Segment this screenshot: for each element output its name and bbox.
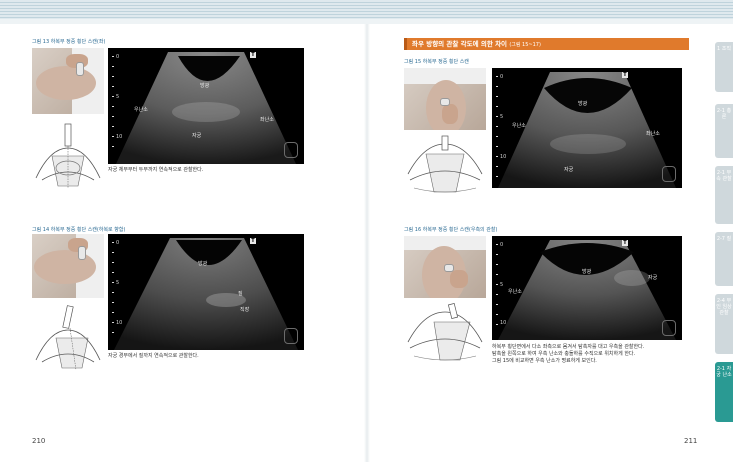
transducer-badge: T bbox=[250, 238, 256, 244]
depth-mark: 0 bbox=[116, 240, 120, 246]
book-spine bbox=[364, 24, 370, 462]
side-tab-label: 1 조직 bbox=[717, 46, 731, 52]
depth-mark: 10 bbox=[500, 320, 507, 326]
depth-mark: 0 bbox=[116, 54, 120, 60]
transducer-badge: T bbox=[250, 52, 256, 58]
anatomy-sketch bbox=[32, 118, 104, 190]
label-bladder: 방광 bbox=[582, 269, 592, 275]
scan-photo bbox=[32, 234, 104, 298]
ultrasound-image: 0 5 10 T 방광 질 직장 bbox=[108, 234, 304, 350]
figure-caption: 그림 16 하복부 정중 횡단 스캔(우측의 관찰) bbox=[404, 227, 498, 233]
depth-mark: 10 bbox=[116, 320, 123, 326]
depth-mark: 10 bbox=[116, 134, 123, 140]
abdomen bbox=[36, 66, 96, 100]
probe bbox=[444, 264, 454, 272]
section-title-text: 좌우 방향의 관찰 각도에 의한 차이 bbox=[412, 40, 508, 48]
depth-mark: 0 bbox=[500, 74, 504, 80]
side-tab[interactable]: 2-1 부속 관찰 bbox=[715, 166, 733, 224]
label-vagina: 질 bbox=[238, 291, 243, 297]
page-number: 210 bbox=[32, 437, 46, 445]
hand bbox=[450, 270, 468, 288]
figure-description: 하복부 횡단면에서 다소 좌측으로 몸겨서 탐촉자를 대고 우측을 관찰한다. … bbox=[492, 344, 688, 365]
body-mark-icon bbox=[662, 320, 676, 336]
scan-photo bbox=[404, 236, 486, 298]
label-ovary: 좌난소 bbox=[260, 117, 274, 123]
side-tab-label: 2-4 부인 임상 관찰 bbox=[716, 298, 732, 316]
transducer-badge: T bbox=[622, 72, 628, 78]
depth-scale bbox=[112, 56, 114, 156]
label-ovary: 좌난소 bbox=[646, 131, 660, 137]
depth-scale bbox=[496, 76, 498, 180]
depth-mark: 0 bbox=[500, 242, 504, 248]
ultrasound-image: 0 5 10 T 방광 우난소 좌난소 자궁 bbox=[492, 68, 682, 188]
depth-mark: 5 bbox=[116, 94, 120, 100]
body-mark-icon bbox=[662, 166, 676, 182]
depth-mark: 10 bbox=[500, 154, 507, 160]
figure-caption: 그림 14 하복부 정중 횡단 스캔(하복로 향함) bbox=[32, 227, 126, 233]
side-tab[interactable]: 1 조직 bbox=[715, 42, 733, 92]
hand bbox=[442, 104, 458, 124]
label-ovary: 우난소 bbox=[134, 107, 148, 113]
probe bbox=[78, 246, 86, 260]
ultrasound-image: 0 5 10 T 방광 우난소 자궁 좌난소 bbox=[108, 48, 304, 164]
page-number: 211 bbox=[684, 437, 698, 445]
depth-scale bbox=[496, 244, 498, 334]
ultrasound-image: 0 5 10 T 방광 자궁 우난소 bbox=[492, 236, 682, 340]
figure-caption: 그림 13 하복부 정중 횡단 스캔(좌) bbox=[32, 39, 106, 45]
probe bbox=[76, 62, 84, 76]
side-tab-active[interactable]: 2-1 자궁 난소 bbox=[715, 362, 733, 422]
label-bladder: 방광 bbox=[198, 261, 208, 267]
abdomen bbox=[34, 250, 96, 284]
figure-caption: 그림 15 하복부 정중 횡단 스캔 bbox=[404, 59, 469, 65]
depth-mark: 5 bbox=[500, 282, 504, 288]
page-header-band bbox=[0, 0, 733, 24]
side-tab-label: 2-1 총론 bbox=[716, 108, 732, 120]
figure-description: 자궁 경부에서 질까지 연속적으로 관찰한다. bbox=[108, 353, 199, 359]
label-uterus: 자궁 bbox=[564, 167, 574, 173]
body-mark-icon bbox=[284, 142, 298, 158]
side-tab[interactable]: 2-1 총론 bbox=[715, 104, 733, 158]
transducer-badge: T bbox=[622, 240, 628, 246]
description-line: 하복부 횡단면에서 다소 좌측으로 몸겨서 탐촉자를 대고 우측을 관찰한다. bbox=[492, 344, 645, 350]
label-bladder: 방광 bbox=[200, 83, 210, 89]
scan-photo bbox=[32, 48, 104, 114]
side-tab-label: 2-7 질 bbox=[716, 236, 732, 242]
body-mark-icon bbox=[284, 328, 298, 344]
section-title: 좌우 방향의 관찰 각도에 의한 차이 (그림 15~17) bbox=[404, 38, 689, 50]
label-uterus: 자궁 bbox=[648, 275, 658, 281]
label-rectum: 직장 bbox=[240, 307, 250, 313]
anatomy-sketch bbox=[404, 134, 486, 196]
label-bladder: 방광 bbox=[578, 101, 588, 107]
side-tab[interactable]: 2-7 질 bbox=[715, 232, 733, 286]
description-line: 그림 15에 비교하면 우측 난소가 명료하게 보인다. bbox=[492, 358, 597, 364]
depth-scale bbox=[112, 242, 114, 342]
side-tab[interactable]: 2-4 부인 임상 관찰 bbox=[715, 294, 733, 354]
label-uterus: 자궁 bbox=[192, 133, 202, 139]
label-ovary: 우난소 bbox=[512, 123, 526, 129]
anatomy-sketch bbox=[32, 302, 104, 372]
side-tab-label: 2-1 부속 관찰 bbox=[716, 170, 732, 182]
label-ovary: 우난소 bbox=[508, 289, 522, 295]
section-title-ref: (그림 15~17) bbox=[509, 42, 541, 48]
side-tab-label: 2-1 자궁 난소 bbox=[716, 366, 732, 378]
probe bbox=[440, 98, 450, 106]
depth-mark: 5 bbox=[116, 280, 120, 286]
scan-photo bbox=[404, 68, 486, 130]
figure-description: 자궁 체부부터 두부까지 연속적으로 관찰한다. bbox=[108, 167, 204, 173]
depth-mark: 5 bbox=[500, 114, 504, 120]
anatomy-sketch bbox=[404, 302, 486, 364]
description-line: 탐촉을 왼쪽으로 하여 우측 난소와 충돌하를 수직으로 위치하게 한다. bbox=[492, 351, 636, 357]
